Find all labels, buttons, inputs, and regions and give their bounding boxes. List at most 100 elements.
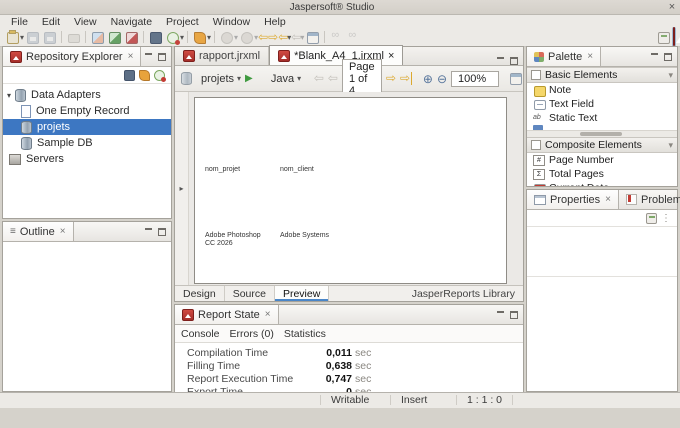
section-basic-elements[interactable]: Basic Elements ▾ (527, 67, 677, 83)
last-page-icon[interactable]: ⇨ (400, 72, 413, 85)
maximize-panel-icon[interactable] (664, 52, 672, 61)
tab-properties[interactable]: Properties × (527, 190, 619, 209)
tree-item-sample-db[interactable]: Sample DB (3, 135, 171, 151)
palette-item-text-field[interactable]: Text Field (527, 97, 677, 111)
menu-navigate[interactable]: Navigate (104, 16, 159, 28)
link-statistics[interactable]: Statistics (284, 328, 326, 340)
print-icon[interactable] (67, 31, 81, 44)
report-wizard-icon[interactable] (91, 31, 105, 44)
run-external-icon[interactable] (193, 31, 207, 44)
close-tab-icon[interactable]: × (388, 50, 394, 62)
horizontal-scrollbar[interactable] (527, 130, 677, 137)
palette-item-static-text[interactable]: ab Static Text (527, 111, 677, 125)
editor-tab-blank-a4[interactable]: *Blank_A4_1.jrxml × (269, 45, 404, 65)
zoom-in-icon[interactable]: ⊕ (423, 72, 433, 86)
tree-item-projets[interactable]: projets (3, 119, 171, 135)
caret-down-icon[interactable]: ▾ (3, 91, 15, 100)
previous-page-icon[interactable]: ⇦ (328, 72, 338, 85)
new-data-adapter-icon[interactable] (154, 69, 166, 82)
link-selection-icon[interactable] (347, 29, 360, 44)
collapse-section-icon[interactable]: ▾ (668, 70, 673, 81)
palette-item-note[interactable]: Note (527, 83, 677, 97)
parameters-sidebar-toggle[interactable]: ▸ (175, 92, 189, 285)
tab-report-state[interactable]: Report State × (175, 305, 279, 324)
datasource-dropdown-icon[interactable]: ▾ (237, 74, 241, 83)
menu-file[interactable]: File (4, 16, 35, 28)
maximize-panel-icon[interactable] (158, 227, 166, 236)
minimize-panel-icon[interactable] (496, 310, 505, 319)
next-page-icon[interactable]: ⇨ (386, 72, 396, 85)
new-report-icon[interactable] (6, 29, 19, 44)
view-menu-icon[interactable]: ⋮ (661, 213, 671, 224)
tab-preview[interactable]: Preview (274, 286, 330, 301)
debug-dropdown-icon[interactable]: ▾ (234, 33, 238, 42)
tab-source[interactable]: Source (225, 286, 275, 301)
language-select[interactable]: Java (271, 73, 294, 85)
maximize-panel-icon[interactable] (510, 56, 518, 65)
editor-tab-rapport[interactable]: rapport.jrxml (175, 47, 270, 65)
tab-problems[interactable]: Problems (619, 190, 680, 209)
new-report-dropdown-icon[interactable]: ▾ (20, 33, 24, 42)
tab-outline[interactable]: ≡ Outline × (3, 222, 74, 241)
tab-repository-explorer[interactable]: Repository Explorer × (3, 47, 142, 66)
minimize-panel-icon[interactable] (496, 56, 505, 65)
window-close-button[interactable]: × (664, 1, 680, 13)
tab-design[interactable]: Design (175, 286, 225, 301)
close-tab-icon[interactable]: × (605, 194, 611, 205)
save-icon[interactable] (26, 31, 40, 44)
save-all-icon[interactable] (43, 31, 57, 44)
datasource-icon[interactable] (166, 31, 181, 45)
tree-item-servers[interactable]: Servers (3, 151, 171, 167)
first-page-icon[interactable]: ⇦ (314, 72, 324, 85)
close-tab-icon[interactable]: × (587, 51, 593, 62)
preview-settings-icon[interactable] (509, 72, 522, 85)
close-tab-icon[interactable]: × (60, 226, 66, 237)
pin-properties-icon[interactable] (646, 212, 657, 224)
edit-adapter-icon[interactable] (139, 69, 150, 81)
debug-icon[interactable] (220, 31, 234, 44)
minimize-panel-icon[interactable] (144, 227, 153, 236)
close-tab-icon[interactable]: × (265, 309, 271, 320)
menu-help[interactable]: Help (257, 16, 293, 28)
palette-item-page-number[interactable]: # Page Number (527, 153, 677, 167)
publish-report-icon[interactable] (149, 31, 163, 44)
link-errors[interactable]: Errors (0) (230, 328, 274, 340)
tree-item-one-empty-record[interactable]: One Empty Record (3, 103, 171, 119)
maximize-panel-icon[interactable] (158, 52, 166, 61)
tree-item-data-adapters[interactable]: ▾ Data Adapters (3, 87, 171, 103)
datasource-select[interactable]: projets (201, 73, 234, 85)
link-with-editor-icon[interactable] (330, 29, 343, 44)
style-template-icon[interactable] (125, 31, 139, 44)
palette-item-current-date[interactable]: Current Date (527, 181, 677, 186)
palette-item-total-pages[interactable]: Σ Total Pages (527, 167, 677, 181)
collapse-section-icon[interactable]: ▾ (668, 140, 673, 151)
forward-disabled-dropdown-icon[interactable]: ▾ (300, 33, 304, 42)
library-label: JasperReports Library (411, 287, 515, 300)
maximize-panel-icon[interactable] (510, 310, 518, 319)
menu-view[interactable]: View (67, 16, 104, 28)
link-console[interactable]: Console (181, 328, 220, 340)
section-composite-elements[interactable]: Composite Elements ▾ (527, 137, 677, 153)
profile-icon[interactable] (240, 31, 254, 44)
menu-project[interactable]: Project (159, 16, 206, 28)
datasource-dropdown-icon[interactable]: ▾ (180, 33, 184, 42)
jaspersoft-perspective-button[interactable] (672, 27, 676, 47)
menu-window[interactable]: Window (206, 16, 257, 28)
zoom-out-icon[interactable]: ⊖ (437, 72, 447, 86)
new-window-icon[interactable] (306, 31, 320, 44)
chart-wizard-icon[interactable] (108, 31, 122, 44)
run-report-icon[interactable]: ▶ (245, 73, 253, 84)
palette-icon (534, 51, 544, 62)
run-external-dropdown-icon[interactable]: ▾ (207, 33, 211, 42)
tab-palette[interactable]: Palette × (527, 47, 602, 66)
language-dropdown-icon[interactable]: ▾ (297, 74, 301, 83)
zoom-level-field[interactable]: 100% (451, 70, 499, 87)
pin-editor-icon[interactable] (657, 31, 670, 44)
menu-edit[interactable]: Edit (35, 16, 67, 28)
minimize-panel-icon[interactable] (144, 52, 153, 61)
forward-history-icon[interactable]: ⇨ (268, 30, 278, 44)
minimize-panel-icon[interactable] (650, 52, 659, 61)
close-tab-icon[interactable]: × (128, 51, 134, 62)
last-edit-location-icon[interactable]: ⇦ (258, 30, 268, 44)
collapse-all-icon[interactable] (124, 69, 135, 81)
